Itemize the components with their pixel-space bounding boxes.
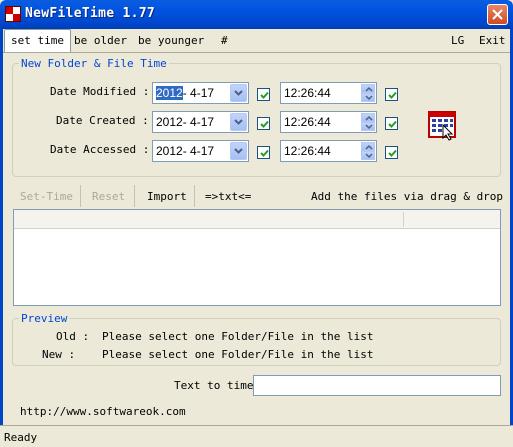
- reset-button[interactable]: Reset: [92, 189, 125, 205]
- date-modified-date-checkbox[interactable]: [257, 88, 270, 101]
- list-header: [14, 210, 500, 229]
- toolbar-separator: [80, 185, 81, 207]
- preview-new-value: Please select one Folder/File in the lis…: [102, 348, 374, 361]
- date-modified-year: 2012: [156, 86, 183, 100]
- txt-button[interactable]: =>txt<=: [205, 189, 251, 205]
- close-button[interactable]: [487, 4, 508, 25]
- date-created-date-checkbox[interactable]: [257, 117, 270, 130]
- date-created-year: 2012: [156, 115, 183, 129]
- set-now-calendar-icon[interactable]: [427, 109, 459, 141]
- date-modified-dropdown[interactable]: [230, 84, 247, 102]
- chevron-down-icon: [365, 95, 373, 101]
- status-bar: Ready: [0, 425, 513, 447]
- app-icon: [5, 6, 21, 22]
- chevron-down-icon: [365, 124, 373, 130]
- date-accessed-date-checkbox[interactable]: [257, 146, 270, 159]
- time-created-checkbox[interactable]: [385, 117, 398, 130]
- date-accessed-combo[interactable]: 2012- 4-17: [152, 140, 249, 162]
- set-time-button[interactable]: Set-Time: [20, 189, 73, 205]
- time-created-field[interactable]: 12:26:44: [280, 111, 377, 133]
- time-modified-spinner[interactable]: [361, 84, 375, 102]
- chevron-up-icon: [365, 115, 373, 121]
- date-accessed-dropdown[interactable]: [230, 142, 247, 160]
- toolbar-separator: [134, 185, 135, 207]
- date-accessed-label: Date Accessed :: [50, 143, 150, 156]
- date-accessed-year: 2012: [156, 144, 183, 158]
- status-text: Ready: [4, 431, 38, 444]
- time-accessed-checkbox[interactable]: [385, 146, 398, 159]
- website-link[interactable]: http://www.softwareok.com: [20, 405, 186, 418]
- tab-set-time[interactable]: set time: [4, 29, 71, 52]
- check-icon: [388, 91, 397, 99]
- toolbar-separator: [194, 185, 195, 207]
- date-accessed-date: - 4-17: [182, 144, 215, 158]
- preview-old-value: Please select one Folder/File in the lis…: [102, 330, 374, 343]
- chevron-up-icon: [365, 144, 373, 150]
- menu-divider: [3, 52, 510, 53]
- time-created-spinner[interactable]: [361, 113, 375, 131]
- exit-menu[interactable]: Exit: [473, 31, 512, 51]
- preview-new-label: New :: [42, 348, 76, 361]
- check-icon: [388, 120, 397, 128]
- tab-be-older[interactable]: be older: [68, 31, 133, 51]
- date-modified-combo[interactable]: 2012- 4-17: [152, 82, 249, 104]
- chevron-down-icon: [234, 90, 243, 96]
- time-accessed-value: 12:26:44: [284, 144, 331, 158]
- date-created-label: Date Created :: [56, 114, 149, 127]
- time-modified-checkbox[interactable]: [385, 88, 398, 101]
- import-button[interactable]: Import: [147, 189, 187, 205]
- drag-drop-label: Add the files via drag & drop: [311, 190, 504, 203]
- check-icon: [260, 149, 269, 157]
- column-divider[interactable]: [403, 212, 404, 227]
- window-border-left: [0, 29, 3, 447]
- chevron-down-icon: [365, 153, 373, 159]
- time-modified-value: 12:26:44: [284, 86, 331, 100]
- date-modified-date: - 4-17: [182, 86, 215, 100]
- date-created-dropdown[interactable]: [230, 113, 247, 131]
- date-created-date: - 4-17: [182, 115, 215, 129]
- date-created-combo[interactable]: 2012- 4-17: [152, 111, 249, 133]
- text-to-time-input[interactable]: [253, 375, 501, 396]
- drag-drop-menu[interactable]: Add the files via drag & drop ▾: [311, 189, 513, 219]
- text-to-time-label: Text to time: [174, 379, 254, 392]
- language-menu[interactable]: LG: [445, 31, 470, 51]
- tab-be-younger[interactable]: be younger: [132, 31, 210, 51]
- date-modified-label: Date Modified :: [50, 85, 150, 98]
- tab-hash[interactable]: #: [215, 31, 234, 51]
- time-accessed-spinner[interactable]: [361, 142, 375, 160]
- check-icon: [260, 120, 269, 128]
- file-list[interactable]: [13, 209, 501, 306]
- time-modified-field[interactable]: 12:26:44: [280, 82, 377, 104]
- time-created-value: 12:26:44: [284, 115, 331, 129]
- file-time-group-title: New Folder & File Time: [19, 57, 169, 70]
- chevron-up-icon: [365, 86, 373, 92]
- check-icon: [260, 91, 269, 99]
- window-title: NewFileTime 1.77: [25, 6, 156, 21]
- chevron-down-icon: [234, 148, 243, 154]
- chevron-down-icon: [234, 119, 243, 125]
- preview-title: Preview: [19, 312, 70, 325]
- close-icon: [492, 9, 503, 20]
- check-icon: [388, 149, 397, 157]
- preview-old-label: Old :: [56, 330, 90, 343]
- time-accessed-field[interactable]: 12:26:44: [280, 140, 377, 162]
